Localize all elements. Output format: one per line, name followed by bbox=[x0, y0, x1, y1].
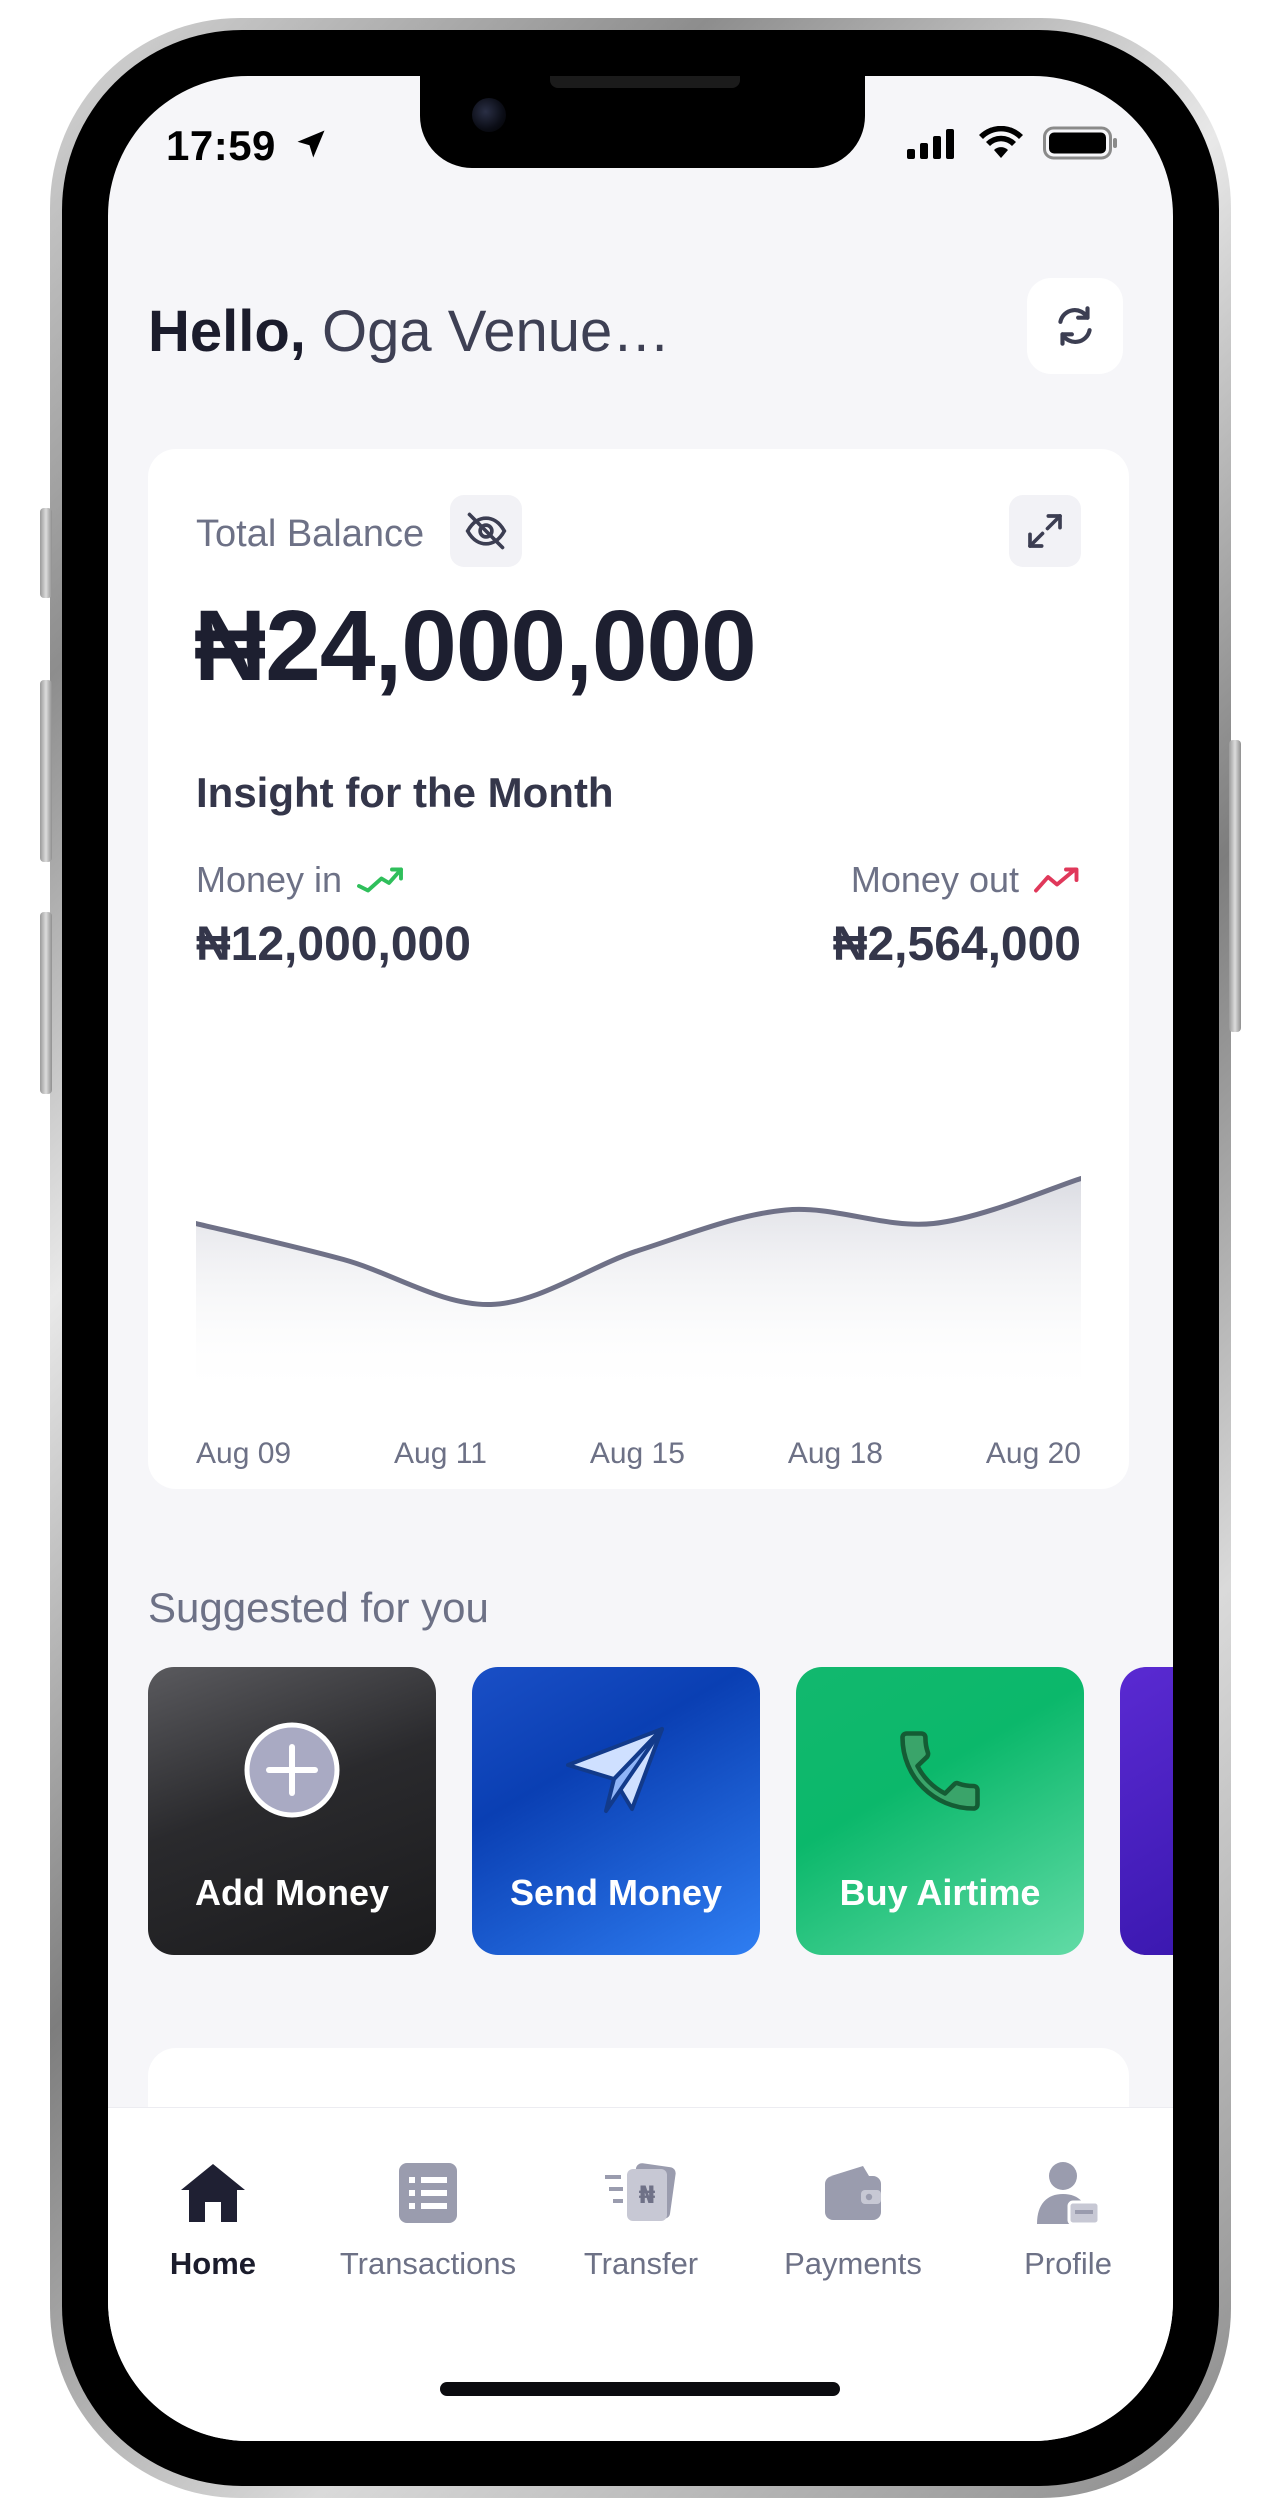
money-out-value: ₦2,564,000 bbox=[832, 918, 1081, 971]
greeting-username: Oga Venue… bbox=[322, 299, 671, 364]
buy-airtime-label: Buy Airtime bbox=[839, 1872, 1041, 1913]
suggestions-row: Add Money Send Money Buy Airtime bbox=[148, 1667, 1173, 1955]
add-money-label: Add Money bbox=[195, 1872, 389, 1913]
home-icon bbox=[181, 2164, 245, 2222]
status-time: 17:59 bbox=[166, 122, 276, 169]
expand-button[interactable] bbox=[1009, 495, 1081, 567]
signal-icon bbox=[907, 129, 954, 159]
x-tick-label: Aug 15 bbox=[589, 1437, 685, 1470]
more-suggestion-tile[interactable] bbox=[1120, 1667, 1173, 1955]
location-arrow-icon bbox=[297, 130, 325, 158]
total-balance-amount: ₦24,000,000 bbox=[194, 590, 757, 702]
power-button bbox=[1229, 740, 1241, 1032]
list-icon bbox=[399, 2163, 457, 2223]
status-icons bbox=[907, 126, 1119, 160]
balance-card: Total Balance ₦24,000,000 Insight for th… bbox=[148, 449, 1129, 1489]
hide-balance-button[interactable] bbox=[450, 495, 522, 567]
tab-payments-label: Payments bbox=[784, 2246, 922, 2281]
greeting: Hello, Oga Venue… bbox=[148, 298, 670, 365]
tab-transactions-label: Transactions bbox=[339, 2246, 517, 2281]
greeting-hello: Hello, bbox=[148, 299, 306, 364]
chart-area-fill bbox=[196, 1178, 1081, 1399]
battery-icon bbox=[1043, 126, 1117, 160]
tab-home[interactable]: Home bbox=[108, 2158, 318, 2282]
money-in-value: ₦12,000,000 bbox=[196, 918, 471, 971]
silent-switch bbox=[40, 508, 52, 598]
notch bbox=[420, 76, 865, 168]
profile-icon bbox=[1037, 2162, 1101, 2226]
trend-up-red-icon bbox=[1034, 867, 1079, 893]
x-tick-label: Aug 09 bbox=[196, 1437, 292, 1470]
volume-down-button bbox=[40, 912, 52, 1094]
tab-transactions[interactable]: Transactions bbox=[323, 2158, 533, 2282]
add-money-tile[interactable]: Add Money bbox=[148, 1667, 436, 1955]
total-balance-label: Total Balance bbox=[196, 513, 425, 555]
tab-transfer[interactable]: ₦ Transfer bbox=[536, 2158, 746, 2282]
insight-title: Insight for the Month bbox=[196, 769, 614, 816]
buy-airtime-tile[interactable]: Buy Airtime bbox=[796, 1667, 1084, 1955]
eye-off-icon bbox=[465, 512, 507, 550]
money-out-label: Money out bbox=[850, 859, 1019, 900]
app-screen: 17:59 Hello, Oga Venue… Total Balance ₦2… bbox=[108, 76, 1173, 2441]
svg-text:₦: ₦ bbox=[639, 2181, 656, 2209]
trend-up-green-icon bbox=[357, 867, 404, 893]
paper-plane-icon bbox=[566, 1727, 664, 1813]
tab-home-label: Home bbox=[169, 2246, 257, 2281]
refresh-icon bbox=[1058, 306, 1092, 346]
chart-x-axis-labels: Aug 09 Aug 11 Aug 15 Aug 18 Aug 20 bbox=[196, 1437, 1081, 1471]
send-money-label: Send Money bbox=[509, 1872, 723, 1913]
money-in-label-row: Money in bbox=[196, 859, 404, 901]
tab-profile-label: Profile bbox=[1024, 2246, 1112, 2281]
x-tick-label: Aug 18 bbox=[787, 1437, 883, 1470]
x-tick-label: Aug 20 bbox=[985, 1437, 1081, 1470]
send-money-tile[interactable]: Send Money bbox=[472, 1667, 760, 1955]
volume-up-button bbox=[40, 680, 52, 862]
tab-profile[interactable]: Profile bbox=[963, 2158, 1173, 2282]
expand-icon bbox=[1028, 514, 1062, 548]
tab-transfer-label: Transfer bbox=[583, 2246, 699, 2281]
phone-icon bbox=[900, 1731, 980, 1811]
tab-payments[interactable]: Payments bbox=[748, 2158, 958, 2282]
insight-chart bbox=[196, 1176, 1081, 1399]
money-in-label: Money in bbox=[196, 859, 343, 900]
suggested-title: Suggested for you bbox=[148, 1584, 489, 1631]
refresh-button[interactable] bbox=[1027, 278, 1123, 374]
front-camera bbox=[472, 98, 506, 132]
transfer-icon: ₦ bbox=[605, 2163, 676, 2221]
plus-circle-icon bbox=[244, 1722, 340, 1818]
x-tick-label: Aug 11 bbox=[394, 1437, 487, 1470]
home-indicator bbox=[440, 2382, 840, 2396]
wallet-icon bbox=[825, 2166, 881, 2220]
money-out-label-row: Money out bbox=[851, 859, 1081, 901]
wifi-icon bbox=[979, 126, 1023, 158]
speaker-grille bbox=[550, 76, 740, 88]
